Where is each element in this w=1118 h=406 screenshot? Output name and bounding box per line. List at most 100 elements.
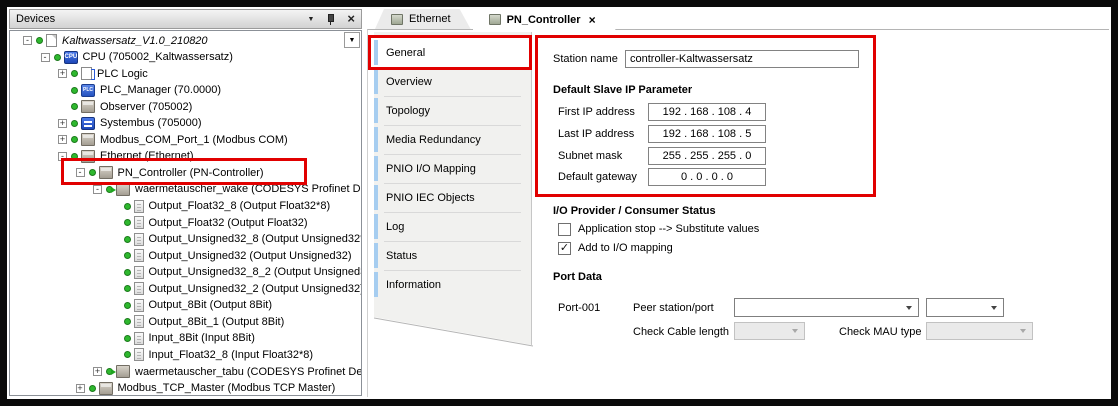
- peer-station-combo[interactable]: [734, 298, 919, 317]
- checkbox-label: Add to I/O mapping: [578, 242, 673, 254]
- tree-item-label: Output_Unsigned32_8_2 (Output Unsigned32…: [149, 266, 362, 278]
- tree-row[interactable]: Output_Unsigned32_8 (Output Unsigned32*8…: [10, 231, 361, 248]
- systembus-icon: [81, 117, 95, 130]
- tab-accent-strip-icon: [374, 243, 378, 268]
- category-tab-information[interactable]: Information: [374, 270, 531, 299]
- module-icon: [134, 216, 144, 229]
- tab-accent-strip-icon: [374, 127, 378, 152]
- tree-row[interactable]: Output_8Bit_1 (Output 8Bit): [10, 313, 361, 330]
- ip-field-label: First IP address: [558, 106, 648, 118]
- tree-row[interactable]: Output_Float32_8 (Output Float32*8): [10, 198, 361, 215]
- panel-menu-chevron-down-icon[interactable]: ▼: [307, 16, 314, 23]
- tab-accent-strip-icon: [374, 40, 378, 65]
- tree-row[interactable]: Input_Float32_8 (Input Float32*8): [10, 346, 361, 363]
- category-tab-overview[interactable]: Overview: [374, 67, 531, 96]
- status-dot-icon: [71, 103, 78, 110]
- cpu-icon: [64, 51, 78, 64]
- category-tab-topology[interactable]: Topology: [374, 96, 531, 125]
- tab-pn-controller[interactable]: PN_Controller ×: [473, 9, 616, 30]
- category-tab-label: Status: [386, 250, 417, 262]
- tree-row[interactable]: Output_Float32 (Output Float32): [10, 214, 361, 231]
- tree-expander-icon[interactable]: +: [58, 69, 67, 78]
- device-tree: ▼ - Kaltwassersatz_V1.0_210820 - CPU (70…: [9, 30, 362, 396]
- tree-item-label: Output_Unsigned32_8 (Output Unsigned32*8…: [149, 233, 362, 245]
- tree-row[interactable]: - PN_Controller (PN-Controller): [10, 164, 361, 181]
- status-dot-icon: [124, 203, 131, 210]
- ip-field-label: Subnet mask: [558, 150, 648, 162]
- category-tab-log[interactable]: Log: [374, 212, 531, 241]
- tree-item-label: PLC Logic: [97, 68, 148, 80]
- ip-field-label: Last IP address: [558, 128, 648, 140]
- device-icon: [99, 382, 113, 395]
- tree-row[interactable]: Output_8Bit (Output 8Bit): [10, 297, 361, 314]
- checkbox[interactable]: ✓: [558, 242, 571, 255]
- ip-field-input[interactable]: [648, 125, 766, 143]
- tree-item-label: PN_Controller (PN-Controller): [118, 167, 264, 179]
- tree-item-label: Output_Float32_8 (Output Float32*8): [149, 200, 331, 212]
- tree-row[interactable]: - Kaltwassersatz_V1.0_210820: [10, 32, 361, 49]
- tree-row[interactable]: Input_8Bit (Input 8Bit): [10, 330, 361, 347]
- checkbox-row[interactable]: Application stop --> Substitute values: [558, 222, 759, 236]
- tree-row[interactable]: + waermetauscher_tabu (CODESYS Profinet …: [10, 363, 361, 380]
- ip-field-input[interactable]: [648, 147, 766, 165]
- module-icon: [134, 200, 144, 213]
- status-dot-icon: [89, 385, 96, 392]
- category-tab-media-redundancy[interactable]: Media Redundancy: [374, 125, 531, 154]
- tab-close-icon[interactable]: ×: [589, 13, 596, 27]
- tree-expander-icon[interactable]: -: [23, 36, 32, 45]
- tree-row[interactable]: Observer (705002): [10, 98, 361, 115]
- tree-item-label: CPU (705002_Kaltwassersatz): [83, 51, 233, 63]
- tree-row[interactable]: + Systembus (705000): [10, 115, 361, 132]
- ip-field-input[interactable]: [648, 103, 766, 121]
- tree-row[interactable]: Output_Unsigned32 (Output Unsigned32): [10, 247, 361, 264]
- tree-row[interactable]: - Ethernet (Ethernet): [10, 148, 361, 165]
- category-tab-label: Topology: [386, 105, 430, 117]
- category-tab-status[interactable]: Status: [374, 241, 531, 270]
- device-icon: [489, 14, 501, 25]
- tab-accent-strip-icon: [374, 214, 378, 239]
- tree-expander-icon[interactable]: +: [93, 367, 102, 376]
- module-icon: [134, 266, 144, 279]
- tree-item-label: Ethernet (Ethernet): [100, 150, 194, 162]
- panel-close-icon[interactable]: ×: [347, 13, 355, 25]
- category-tab-label: General: [386, 47, 425, 59]
- status-dot-icon: [36, 37, 43, 44]
- ip-field-label: Default gateway: [558, 171, 648, 183]
- checkbox-row[interactable]: ✓ Add to I/O mapping: [558, 241, 673, 255]
- tree-item-label: PLC_Manager (70.0000): [100, 84, 221, 96]
- tree-item-label: waermetauscher_wake (CODESYS Profinet De…: [135, 183, 361, 195]
- station-name-input[interactable]: [625, 50, 859, 68]
- peer-station-port-label: Peer station/port: [633, 302, 714, 314]
- tree-item-label: Input_Float32_8 (Input Float32*8): [149, 349, 314, 361]
- tree-expander-icon[interactable]: +: [58, 119, 67, 128]
- ip-field-input[interactable]: [648, 168, 766, 186]
- peer-port-combo[interactable]: [926, 298, 1004, 317]
- tree-expander-icon[interactable]: -: [41, 53, 50, 62]
- checkbox[interactable]: [558, 223, 571, 236]
- tree-expander-icon[interactable]: -: [93, 185, 102, 194]
- panel-pin-icon[interactable]: [326, 13, 335, 25]
- category-tab-column: General Overview Topology Media Redundan…: [374, 32, 532, 345]
- tree-row[interactable]: + Modbus_TCP_Master (Modbus TCP Master): [10, 380, 361, 396]
- tree-row[interactable]: Output_Unsigned32_2 (Output Unsigned32): [10, 280, 361, 297]
- device-icon: [81, 133, 95, 146]
- category-tab-general[interactable]: General: [374, 38, 531, 67]
- tree-row[interactable]: - CPU (705002_Kaltwassersatz): [10, 49, 361, 66]
- tree-dropdown-button[interactable]: ▼: [344, 32, 360, 48]
- tree-row[interactable]: + Modbus_COM_Port_1 (Modbus COM): [10, 131, 361, 148]
- status-dot-icon: [124, 236, 131, 243]
- tree-expander-icon[interactable]: -: [76, 168, 85, 177]
- tree-row[interactable]: - waermetauscher_wake (CODESYS Profinet …: [10, 181, 361, 198]
- tree-expander-icon[interactable]: +: [76, 384, 85, 393]
- tree-expander-icon[interactable]: -: [58, 152, 67, 161]
- tree-row[interactable]: Output_Unsigned32_8_2 (Output Unsigned32…: [10, 264, 361, 281]
- category-tab-pnio-iec-objects[interactable]: PNIO IEC Objects: [374, 183, 531, 212]
- tree-expander-icon[interactable]: +: [58, 135, 67, 144]
- category-tab-pnio-i-o-mapping[interactable]: PNIO I/O Mapping: [374, 154, 531, 183]
- tab-ethernet[interactable]: Ethernet: [375, 9, 471, 29]
- tab-accent-strip-icon: [374, 185, 378, 210]
- tree-row[interactable]: + PLC Logic: [10, 65, 361, 82]
- category-tab-label: PNIO IEC Objects: [386, 192, 475, 204]
- tree-row[interactable]: PLC_Manager (70.0000): [10, 82, 361, 99]
- project-icon: [46, 34, 57, 47]
